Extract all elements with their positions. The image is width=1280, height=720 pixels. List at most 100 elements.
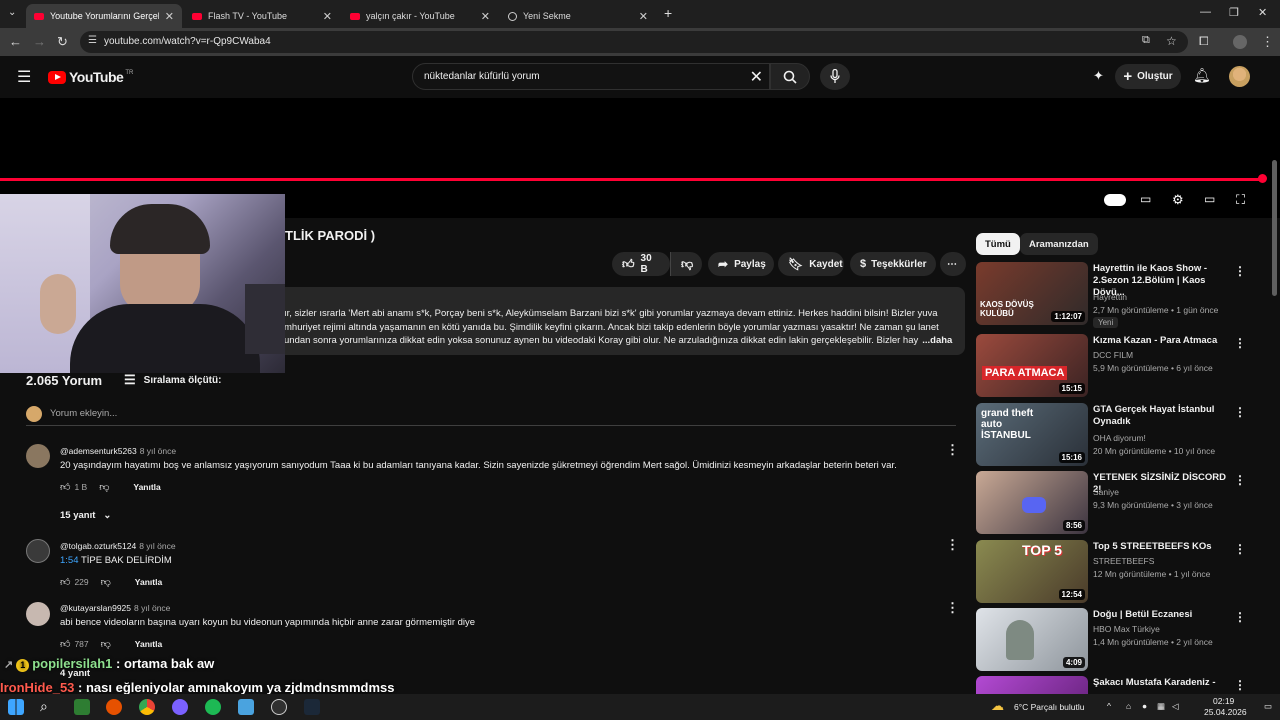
video-title[interactable]: Top 5 STREETBEEFS KOs bbox=[1093, 541, 1233, 553]
new-tab-icon[interactable]: + bbox=[664, 5, 672, 21]
steam-icon[interactable] bbox=[304, 699, 320, 715]
thumbs-down-icon[interactable]: 👎︎ bbox=[99, 481, 109, 493]
video-menu-icon[interactable]: ⋮ bbox=[1234, 610, 1246, 624]
spotify-icon[interactable] bbox=[205, 699, 221, 715]
channel-name[interactable]: DCC FILM bbox=[1093, 350, 1133, 360]
chrome-icon[interactable] bbox=[139, 699, 155, 715]
voice-search-button[interactable] bbox=[820, 63, 850, 90]
channel-name[interactable]: Hayrettin bbox=[1093, 292, 1127, 302]
notification-center-icon[interactable]: ▭ bbox=[1264, 701, 1272, 712]
weather-text[interactable]: 6°C Parçalı bulutlu bbox=[1014, 702, 1085, 712]
volume-icon[interactable]: ◁ bbox=[1172, 701, 1179, 712]
like-button[interactable]: 👍︎ 30 B bbox=[612, 252, 670, 276]
tab-1[interactable]: Flash TV - YouTube ✕ bbox=[184, 4, 340, 28]
video-menu-icon[interactable]: ⋮ bbox=[1234, 678, 1246, 692]
close-tab-icon[interactable]: ✕ bbox=[639, 10, 648, 23]
close-tab-icon[interactable]: ✕ bbox=[323, 10, 332, 23]
more-actions-button[interactable]: ⋯ bbox=[940, 252, 966, 276]
comment-author[interactable]: @kutayarslan9925 bbox=[60, 603, 131, 613]
channel-name[interactable]: Saniye bbox=[1093, 487, 1119, 497]
reply-button[interactable]: Yanıtla bbox=[135, 577, 162, 587]
hamburger-menu-icon[interactable]: ☰ bbox=[17, 67, 31, 87]
video-thumbnail[interactable]: grand theft auto İSTANBUL 15:16 bbox=[976, 403, 1088, 466]
clock-time[interactable]: 02:19 bbox=[1213, 696, 1234, 706]
comment-timestamp-link[interactable]: 1:54 bbox=[60, 555, 79, 566]
tab-3[interactable]: Yeni Sekme ✕ bbox=[500, 4, 656, 28]
taskbar-app-icon[interactable] bbox=[238, 699, 254, 715]
comment-author[interactable]: @tolgab.ozturk5124 bbox=[60, 541, 136, 551]
comment-time[interactable]: 8 yıl önce bbox=[139, 541, 175, 551]
channel-name[interactable]: STREETBEEFS bbox=[1093, 556, 1154, 566]
back-icon[interactable]: ← bbox=[9, 34, 22, 49]
bookmark-star-icon[interactable]: ☆ bbox=[1166, 34, 1177, 48]
minimize-icon[interactable]: — bbox=[1200, 6, 1211, 18]
restore-icon[interactable]: ❐ bbox=[1229, 6, 1239, 19]
tray-chevron-icon[interactable]: ^ bbox=[1107, 701, 1111, 711]
settings-gear-icon[interactable]: ⚙ bbox=[1172, 192, 1184, 208]
close-tab-icon[interactable]: ✕ bbox=[481, 10, 490, 23]
create-button[interactable]: + Oluştur bbox=[1115, 64, 1181, 89]
video-menu-icon[interactable]: ⋮ bbox=[1234, 473, 1246, 487]
comment-menu-icon[interactable]: ⋮ bbox=[946, 537, 959, 553]
install-app-icon[interactable]: ⧉ bbox=[1142, 34, 1150, 47]
channel-name[interactable]: HBO Max Türkiye bbox=[1093, 624, 1160, 634]
network-icon[interactable]: ▦ bbox=[1157, 701, 1165, 712]
recommended-video[interactable]: TOP 5 12:54 Top 5 STREETBEEFS KOs STREET… bbox=[976, 540, 1266, 604]
tab-2[interactable]: yalçın çakır - YouTube ✕ bbox=[342, 4, 498, 28]
recommended-video[interactable]: Şakacı Mustafa Karadeniz - ⋮ bbox=[976, 676, 1266, 694]
comment-time[interactable]: 8 yıl önce bbox=[134, 603, 170, 613]
comment-author[interactable]: @ademsenturk5263 bbox=[60, 446, 137, 456]
video-title[interactable]: Şakacı Mustafa Karadeniz - bbox=[1093, 677, 1233, 689]
tab-search-icon[interactable]: ⌄ bbox=[8, 7, 16, 18]
video-title[interactable]: Doğu | Betül Eczanesi bbox=[1093, 609, 1233, 621]
search-input[interactable]: nüktedanlar küfürlü yorum ✕ bbox=[412, 63, 770, 90]
thumbs-up-icon[interactable]: 👍︎ bbox=[60, 576, 70, 588]
autoplay-toggle[interactable] bbox=[1104, 194, 1126, 206]
fullscreen-icon[interactable]: ⛶ bbox=[1236, 192, 1245, 208]
thumbs-up-icon[interactable]: 👍︎ bbox=[60, 481, 70, 493]
tray-app-icon[interactable]: ⌂ bbox=[1126, 701, 1131, 711]
page-scrollbar[interactable] bbox=[1272, 160, 1277, 296]
video-thumbnail[interactable]: 4:09 bbox=[976, 608, 1088, 671]
recommended-video[interactable]: 8:56 YETENEK SİZSİNİZ DİSCORD 2! Saniye … bbox=[976, 471, 1266, 535]
thumbs-down-icon[interactable]: 👎︎ bbox=[101, 576, 111, 588]
progress-scrubber[interactable] bbox=[1258, 174, 1267, 183]
reply-button[interactable]: Yanıtla bbox=[135, 639, 162, 649]
site-info-icon[interactable]: ☰ bbox=[88, 35, 97, 46]
obs-icon[interactable] bbox=[271, 699, 287, 715]
video-menu-icon[interactable]: ⋮ bbox=[1234, 542, 1246, 556]
notifications-bell-icon[interactable]: 🔔︎ bbox=[1193, 67, 1211, 84]
theater-mode-icon[interactable]: ▭ bbox=[1204, 192, 1215, 206]
microphone-tray-icon[interactable]: ● bbox=[1142, 701, 1147, 711]
profile-avatar[interactable] bbox=[1233, 35, 1247, 49]
close-tab-icon[interactable]: ✕ bbox=[165, 10, 174, 23]
comment-avatar[interactable] bbox=[26, 444, 50, 468]
video-thumbnail[interactable]: PARA ATMACA 15:15 bbox=[976, 334, 1088, 397]
chip-from-search[interactable]: Aramanızdan bbox=[1020, 233, 1098, 255]
account-avatar[interactable] bbox=[1229, 66, 1250, 87]
taskbar-app-icon[interactable] bbox=[172, 699, 188, 715]
thanks-button[interactable]: $ Teşekkürler bbox=[850, 252, 936, 276]
video-menu-icon[interactable]: ⋮ bbox=[1234, 336, 1246, 350]
extensions-icon[interactable]: ⧠ bbox=[1199, 34, 1209, 49]
video-menu-icon[interactable]: ⋮ bbox=[1234, 264, 1246, 278]
comment-avatar[interactable] bbox=[26, 602, 50, 626]
recommended-video[interactable]: 4:09 Doğu | Betül Eczanesi HBO Max Türki… bbox=[976, 608, 1266, 672]
dislike-button[interactable]: 👎︎ bbox=[670, 252, 702, 276]
reply-button[interactable]: Yanıtla bbox=[133, 482, 160, 492]
show-more-link[interactable]: ...daha fazla bbox=[922, 334, 955, 348]
taskbar-app-icon[interactable] bbox=[74, 699, 90, 715]
comment-avatar[interactable] bbox=[26, 539, 50, 563]
taskbar-app-icon[interactable] bbox=[106, 699, 122, 715]
show-replies-button[interactable]: 15 yanıt ⌄ bbox=[60, 510, 111, 521]
add-comment-field[interactable]: Yorum ekleyin... bbox=[26, 404, 956, 426]
video-description[interactable]: ır, sizler ısrarla 'Mert abi anamı s*k, … bbox=[270, 287, 965, 355]
search-button[interactable] bbox=[770, 63, 810, 90]
video-progress-bar[interactable] bbox=[0, 178, 1262, 181]
browser-menu-icon[interactable]: ⋮ bbox=[1261, 34, 1274, 50]
gemini-sparkle-icon[interactable]: ✦ bbox=[1093, 68, 1104, 84]
thumbs-up-icon[interactable]: 👍︎ bbox=[60, 638, 70, 650]
taskbar-search-icon[interactable]: ⌕ bbox=[40, 698, 48, 715]
video-thumbnail[interactable] bbox=[976, 676, 1088, 694]
chip-all[interactable]: Tümü bbox=[976, 233, 1020, 255]
